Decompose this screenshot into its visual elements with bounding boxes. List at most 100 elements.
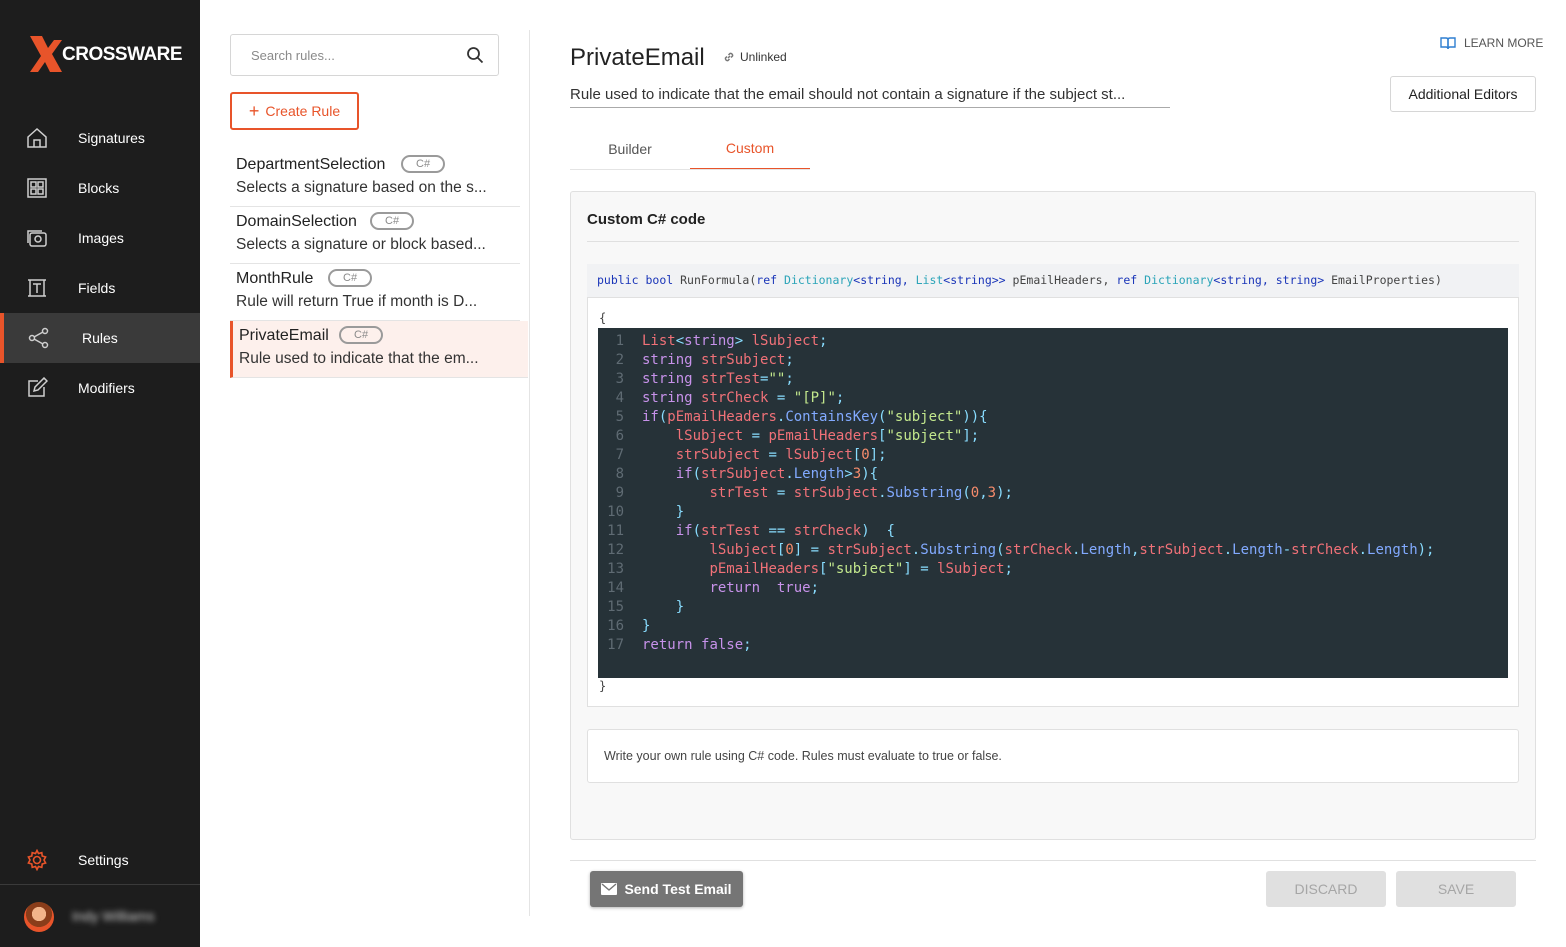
code-line[interactable]: 3 string strTest=""; (598, 370, 1508, 389)
search-icon[interactable] (466, 46, 484, 64)
home-icon (27, 127, 47, 148)
sidebar-item-signatures[interactable]: Signatures (0, 113, 200, 163)
sidebar: CROSSWARE Signatures Blocks Images Field… (0, 0, 200, 947)
method-signature: public bool RunFormula(ref Dictionary<st… (587, 264, 1519, 298)
code-line[interactable]: 4 string strCheck = "[P]"; (598, 389, 1508, 408)
sidebar-item-fields[interactable]: Fields (0, 263, 200, 313)
code-text: strTest = strSubject.Substring(0,3); (709, 485, 1013, 501)
code-line[interactable]: 10 } (598, 503, 1508, 522)
code-line[interactable]: 2 string strSubject; (598, 351, 1508, 370)
line-number: 8 (615, 466, 624, 482)
code-line[interactable]: 11 if(strTest == strCheck) { (598, 522, 1508, 541)
sidebar-item-blocks[interactable]: Blocks (0, 163, 200, 213)
sidebar-item-label: Blocks (78, 180, 120, 196)
send-test-email-label: Send Test Email (624, 881, 732, 897)
link-icon (724, 52, 734, 62)
code-text: List<string> lSubject; (642, 333, 828, 349)
sidebar-item-settings[interactable]: Settings (0, 835, 200, 885)
rules-list-panel (200, 0, 530, 947)
avatar[interactable] (24, 902, 54, 932)
code-line[interactable]: 9 strTest = strSubject.Substring(0,3); (598, 484, 1508, 503)
line-number: 16 (607, 618, 624, 634)
code-line[interactable]: 16} (598, 617, 1508, 636)
tab-custom[interactable]: Custom (690, 128, 810, 170)
code-line[interactable]: 13 pEmailHeaders["subject"] = lSubject; (598, 560, 1508, 579)
code-line[interactable]: 5 if(pEmailHeaders.ContainsKey("subject")… (598, 408, 1508, 427)
code-line[interactable]: 14 return true; (598, 579, 1508, 598)
language-badge: C# (401, 155, 446, 173)
tabs-divider (570, 169, 810, 170)
card-title: Custom C# code (587, 211, 706, 228)
code-line[interactable]: 8 if(strSubject.Length>3){ (598, 465, 1508, 484)
open-brace: { (599, 311, 607, 325)
sidebar-item-label: Settings (78, 852, 129, 868)
rule-name: PrivateEmail (239, 327, 329, 344)
page-title: PrivateEmail (570, 44, 705, 71)
app-root: CROSSWARE Signatures Blocks Images Field… (0, 0, 1566, 947)
rule-description-field[interactable]: Rule used to indicate that the email sho… (570, 86, 1170, 108)
code-line[interactable]: 7 strSubject = lSubject[0]; (598, 446, 1508, 465)
rule-description: Selects a signature based on the s... (236, 179, 487, 196)
sidebar-item-modifiers[interactable]: Modifiers (0, 363, 200, 413)
discard-button[interactable]: DISCARD (1266, 871, 1386, 907)
create-rule-button[interactable]: + Create Rule (230, 92, 359, 130)
panel-divider (529, 30, 530, 916)
code-line[interactable]: 17 return false; (598, 636, 1508, 655)
code-text: string strCheck = "[P]"; (642, 390, 845, 406)
code-text: string strSubject; (642, 352, 794, 368)
hint-text: Write your own rule using C# code. Rules… (587, 729, 1519, 783)
language-badge: C# (339, 326, 384, 344)
line-number: 17 (607, 637, 624, 653)
user-name[interactable]: Indy Williams (72, 908, 154, 924)
search-input[interactable] (251, 45, 451, 65)
card-divider (587, 241, 1519, 242)
line-number: 4 (615, 390, 624, 406)
code-editor[interactable]: 1 List<string> lSubject; 2 string strSubjec… (598, 328, 1508, 678)
search-box (230, 34, 499, 76)
rule-list-item[interactable]: DepartmentSelection C# Selects a signatu… (230, 150, 520, 207)
sidebar-item-rules[interactable]: Rules (0, 313, 200, 363)
blocks-icon (27, 178, 47, 198)
code-text: lSubject[0] = strSubject.Substring(strCh… (709, 542, 1435, 558)
sidebar-item-label: Signatures (78, 130, 145, 146)
images-icon (27, 230, 47, 247)
link-status: Unlinked (723, 50, 787, 64)
code-line[interactable]: 15 } (598, 598, 1508, 617)
rule-name: DepartmentSelection (236, 156, 386, 173)
rule-list-item-active[interactable]: PrivateEmail C# Rule used to indicate th… (230, 321, 528, 378)
rule-description: Selects a signature or block based... (236, 236, 486, 253)
save-button[interactable]: SAVE (1396, 871, 1516, 907)
book-icon (1440, 37, 1456, 50)
code-text: strSubject = lSubject[0]; (675, 447, 887, 463)
gear-icon (27, 849, 47, 871)
line-number: 3 (615, 371, 624, 387)
code-text: } (642, 618, 651, 634)
code-text: return false; (642, 637, 752, 653)
rule-list-item[interactable]: DomainSelection C# Selects a signature o… (230, 207, 520, 264)
rule-description: Rule used to indicate that the em... (239, 350, 479, 367)
code-text: pEmailHeaders["subject"] = lSubject; (709, 561, 1013, 577)
learn-more-label: LEARN MORE (1464, 36, 1544, 50)
sidebar-item-label: Rules (82, 330, 118, 346)
tab-builder[interactable]: Builder (570, 128, 690, 170)
rule-list-item[interactable]: MonthRule C# Rule will return True if mo… (230, 264, 520, 321)
additional-editors-button[interactable]: Additional Editors (1390, 76, 1536, 112)
line-number: 7 (615, 447, 624, 463)
logo[interactable]: CROSSWARE (28, 34, 183, 74)
sidebar-item-images[interactable]: Images (0, 213, 200, 263)
code-text: } (675, 504, 685, 520)
line-number: 1 (615, 333, 624, 349)
code-line[interactable]: 6 lSubject = pEmailHeaders["subject"]; (598, 427, 1508, 446)
code-text: string strTest=""; (642, 371, 794, 387)
send-test-email-button[interactable]: Send Test Email (590, 871, 743, 907)
code-text: return true; (709, 580, 820, 596)
language-badge: C# (370, 212, 415, 230)
line-number: 11 (607, 523, 624, 539)
code-line[interactable]: 1 List<string> lSubject; (598, 332, 1508, 351)
share-nodes-icon (28, 327, 49, 349)
sidebar-item-label: Fields (78, 280, 116, 296)
code-line[interactable]: 12 lSubject[0] = strSubject.Substring(st… (598, 541, 1508, 560)
line-number: 14 (607, 580, 624, 596)
learn-more-link[interactable]: LEARN MORE (1440, 36, 1543, 50)
code-text: if(pEmailHeaders.ContainsKey("subject"))… (642, 409, 988, 425)
